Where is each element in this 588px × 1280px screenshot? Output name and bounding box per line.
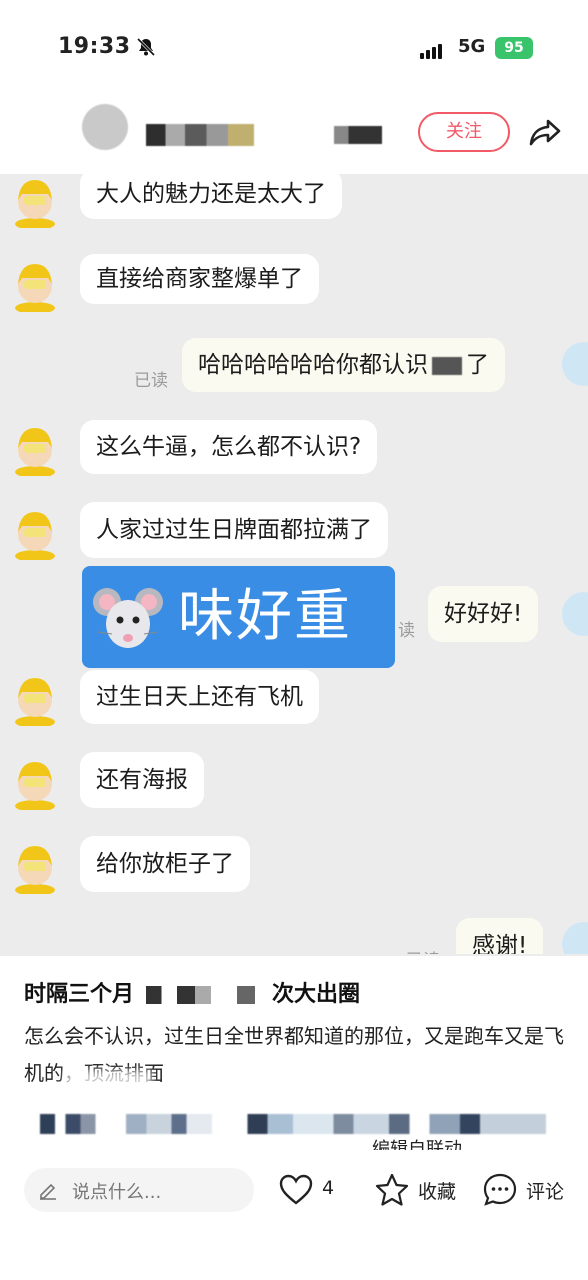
avatar xyxy=(15,180,55,228)
avatar xyxy=(15,678,55,726)
bell-muted-icon xyxy=(136,37,156,57)
post-title: 时隔三个月 次大出圈 xyxy=(24,982,361,1007)
like-count: 4 xyxy=(322,1177,335,1199)
post-partial-line: 编辑自联动 xyxy=(372,1139,462,1150)
comment-icon[interactable] xyxy=(482,1172,518,1208)
mouse-face-icon xyxy=(93,588,163,648)
status-bar: 19:33 5G 95 xyxy=(0,0,588,96)
signal-icon xyxy=(420,40,444,59)
redacted-overlay xyxy=(64,1070,152,1096)
pencil-icon xyxy=(40,1183,56,1200)
bottom-action-bar: 说点什么... 4 收藏 评论 xyxy=(0,1160,588,1220)
status-time: 19:33 xyxy=(58,34,131,59)
author-extra-redacted xyxy=(334,126,382,144)
avatar xyxy=(562,922,588,954)
read-status: 读 xyxy=(398,621,415,641)
avatar xyxy=(562,342,588,386)
chat-bubble: 好好好! xyxy=(428,586,539,642)
share-icon[interactable] xyxy=(528,115,562,149)
read-status: 已读 xyxy=(406,946,440,954)
collect-label[interactable]: 收藏 xyxy=(418,1177,456,1204)
post-content: 时隔三个月次大出圈 怎么会不认识，过生日全世界都知道的那位，又是跑车又是飞机的，… xyxy=(0,956,588,1280)
comment-input[interactable]: 说点什么... xyxy=(24,1168,254,1212)
battery-indicator: 95 xyxy=(495,37,533,59)
chat-bubble: 这么牛逼，怎么都不认识? xyxy=(80,420,378,474)
read-status: 已读 xyxy=(134,371,168,391)
chat-bubble: 直接给商家整爆单了 xyxy=(80,254,319,304)
avatar xyxy=(15,512,55,560)
comment-placeholder: 说点什么... xyxy=(72,1182,162,1203)
avatar xyxy=(15,428,55,476)
chat-bubble: 给你放柜子了 xyxy=(80,836,250,892)
chat-bubble: 哈哈哈哈哈哈你都认识了 xyxy=(182,338,505,392)
chat-bubble: 感谢! xyxy=(456,918,544,954)
heart-icon[interactable] xyxy=(278,1172,314,1208)
chat-bubble: 人家过过生日牌面都拉满了 xyxy=(80,502,388,558)
author-name-redacted xyxy=(146,124,254,146)
caption-text: 味好重 xyxy=(178,584,352,649)
chat-bubble: 过生日天上还有飞机 xyxy=(80,670,319,724)
comment-label[interactable]: 评论 xyxy=(526,1177,564,1204)
author-avatar[interactable] xyxy=(82,104,128,150)
chat-bubble: 还有海报 xyxy=(80,752,204,808)
avatar xyxy=(15,264,55,312)
network-type: 5G xyxy=(458,36,486,57)
avatar xyxy=(562,592,588,636)
chat-screenshot: 大人的魅力还是太大了 直接给商家整爆单了 已读 哈哈哈哈哈哈你都认识了 这么牛逼… xyxy=(0,174,588,954)
chat-bubble: 大人的魅力还是太大了 xyxy=(80,174,342,219)
follow-button[interactable]: 关注 xyxy=(418,112,510,152)
avatar xyxy=(15,762,55,810)
star-icon[interactable] xyxy=(374,1172,410,1208)
redacted-line xyxy=(40,1114,546,1134)
caption-sticker: 味好重 xyxy=(82,566,395,668)
avatar xyxy=(15,846,55,894)
